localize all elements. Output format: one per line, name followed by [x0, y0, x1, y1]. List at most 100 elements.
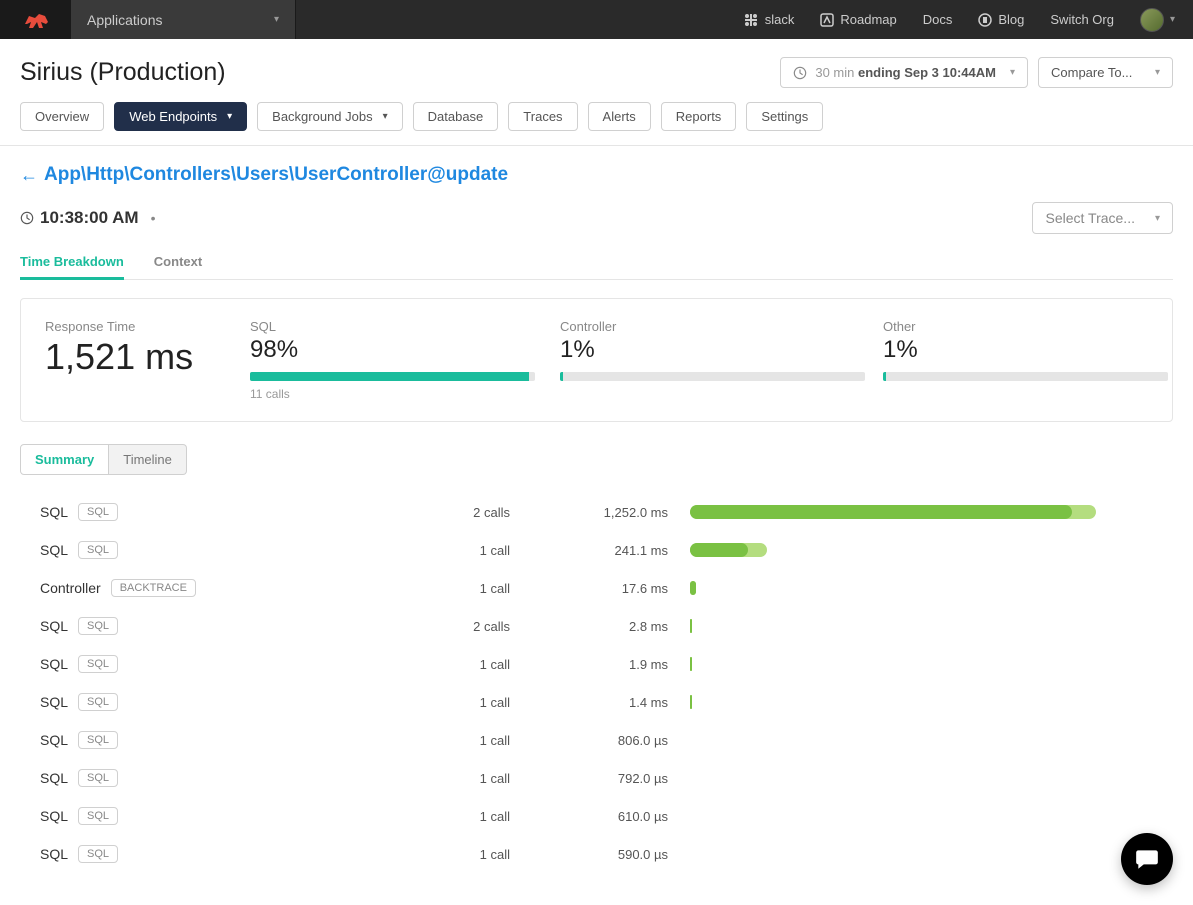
call-bar-self: [690, 619, 692, 633]
call-time: 2.8 ms: [540, 619, 690, 634]
timerange-text: 30 min ending Sep 3 10:44AM: [815, 65, 996, 80]
call-row[interactable]: SQL SQL 2 calls1,252.0 ms: [40, 493, 1173, 531]
trace-timestamp: 10:38:00 AM •: [20, 208, 156, 228]
subtab-time-breakdown[interactable]: Time Breakdown: [20, 248, 124, 279]
metric-bar-fill: [883, 372, 886, 381]
call-badge[interactable]: SQL: [78, 541, 118, 559]
call-bar: [690, 733, 1173, 747]
switch-org-link[interactable]: Switch Org: [1050, 12, 1114, 27]
call-badge[interactable]: SQL: [78, 807, 118, 825]
metric-sql: SQL 98% 11 calls: [250, 319, 560, 401]
call-name-cell: SQL SQL: [40, 655, 340, 673]
call-time: 610.0 µs: [540, 809, 690, 824]
tab-overview[interactable]: Overview: [20, 102, 104, 131]
metric-sub: 11 calls: [250, 387, 560, 401]
tab-web-endpoints[interactable]: Web Endpoints▾: [114, 102, 247, 131]
user-menu[interactable]: ▾: [1140, 8, 1175, 32]
call-badge[interactable]: SQL: [78, 655, 118, 673]
top-nav-right: slack Roadmap Docs Blog Switch Org ▾: [743, 0, 1193, 39]
call-row[interactable]: SQLSQL1 call806.0 µs: [40, 721, 1173, 759]
call-count: 1 call: [340, 847, 540, 862]
metric-label: SQL: [250, 319, 560, 334]
call-badge[interactable]: SQL: [78, 693, 118, 711]
call-count: 1 call: [340, 543, 540, 558]
call-badge[interactable]: SQL: [78, 617, 118, 635]
timerange-picker[interactable]: 30 min ending Sep 3 10:44AM ▾: [780, 57, 1028, 88]
roadmap-link[interactable]: Roadmap: [820, 12, 896, 27]
roadmap-icon: [820, 13, 834, 27]
chat-icon: [1134, 846, 1160, 872]
call-row[interactable]: SQLSQL1 call610.0 µs: [40, 797, 1173, 835]
call-name-cell: SQL SQL: [40, 503, 340, 521]
clock-icon: [793, 66, 807, 80]
timestamp-text: 10:38:00 AM: [40, 208, 139, 228]
metric-bar: [250, 372, 535, 381]
call-row[interactable]: SQL SQL 1 call792.0 µs: [40, 759, 1173, 797]
call-name: SQL: [40, 656, 68, 672]
tab-database[interactable]: Database: [413, 102, 499, 131]
call-name: SQL: [40, 504, 68, 520]
subtab-context[interactable]: Context: [154, 248, 202, 279]
chevron-down-icon: ▾: [1170, 14, 1175, 25]
call-row[interactable]: SQLSQL1 call1.9 ms: [40, 645, 1173, 683]
applications-label: Applications: [87, 12, 163, 28]
call-badge[interactable]: SQL: [78, 769, 118, 787]
applications-dropdown[interactable]: Applications ▾: [71, 0, 296, 39]
call-row[interactable]: SQLSQL2 calls2.8 ms: [40, 607, 1173, 645]
call-name-cell: SQL SQL: [40, 769, 340, 787]
view-mode-tabs: Summary Timeline: [20, 444, 1173, 475]
call-time: 792.0 µs: [540, 771, 690, 786]
docs-link[interactable]: Docs: [923, 12, 953, 27]
slack-link[interactable]: slack: [743, 12, 795, 28]
blog-link[interactable]: Blog: [978, 12, 1024, 27]
section-tabs: Overview Web Endpoints▾ Background Jobs▾…: [20, 102, 1173, 131]
metrics-card: Response Time 1,521 ms SQL 98% 11 calls …: [20, 298, 1173, 422]
call-time: 1,252.0 ms: [540, 505, 690, 520]
chevron-down-icon: ▾: [1010, 67, 1015, 78]
tab-reports[interactable]: Reports: [661, 102, 737, 131]
chevron-down-icon: ▾: [1155, 67, 1160, 78]
call-row[interactable]: SQLSQL1 call1.4 ms: [40, 683, 1173, 721]
blog-label: Blog: [998, 12, 1024, 27]
metric-other: Other 1%: [883, 319, 1168, 401]
call-row[interactable]: SQLSQL1 call241.1 ms: [40, 531, 1173, 569]
call-name: SQL: [40, 846, 68, 862]
compare-dropdown[interactable]: Compare To... ▾: [1038, 57, 1173, 88]
tab-settings[interactable]: Settings: [746, 102, 823, 131]
select-trace-label: Select Trace...: [1045, 210, 1134, 226]
top-nav: Applications ▾ slack Roadmap Docs Blog S…: [0, 0, 1193, 39]
call-bar-self: [690, 695, 692, 709]
call-badge[interactable]: SQL: [78, 731, 118, 749]
call-count: 1 call: [340, 733, 540, 748]
metric-bar: [883, 372, 1168, 381]
call-bar: [690, 771, 1173, 785]
call-row[interactable]: ControllerBACKTRACE1 call17.6 ms: [40, 569, 1173, 607]
tab-traces[interactable]: Traces: [508, 102, 577, 131]
call-name: SQL: [40, 770, 68, 786]
tab-background-jobs[interactable]: Background Jobs▾: [257, 102, 402, 131]
calls-list: SQLSQL2 calls1,252.0 msSQLSQL1 call241.1…: [20, 493, 1173, 873]
call-bar-self: [690, 505, 1072, 519]
call-row[interactable]: SQLSQL1 call590.0 µs: [40, 835, 1173, 873]
chat-fab[interactable]: [1121, 833, 1173, 885]
call-count: 2 calls: [340, 505, 540, 520]
metric-bar-fill: [250, 372, 529, 381]
call-badge[interactable]: BACKTRACE: [111, 579, 196, 597]
call-name: SQL: [40, 618, 68, 634]
call-time: 806.0 µs: [540, 733, 690, 748]
call-bar: [690, 543, 1173, 557]
call-badge[interactable]: SQL: [78, 845, 118, 863]
call-count: 1 call: [340, 771, 540, 786]
logo[interactable]: [0, 0, 71, 39]
select-trace-dropdown[interactable]: Select Trace... ▾: [1032, 202, 1173, 234]
call-name: Controller: [40, 580, 101, 596]
call-badge[interactable]: SQL: [78, 503, 118, 521]
slack-icon: [743, 12, 759, 28]
endpoint-back-link[interactable]: ← App\Http\Controllers\Users\UserControl…: [20, 164, 508, 186]
switch-org-label: Switch Org: [1050, 12, 1114, 27]
slack-label: slack: [765, 12, 795, 27]
mode-tab-summary[interactable]: Summary: [20, 444, 109, 475]
call-name-cell: SQL SQL: [40, 845, 340, 863]
tab-alerts[interactable]: Alerts: [588, 102, 651, 131]
mode-tab-timeline[interactable]: Timeline: [109, 444, 187, 475]
